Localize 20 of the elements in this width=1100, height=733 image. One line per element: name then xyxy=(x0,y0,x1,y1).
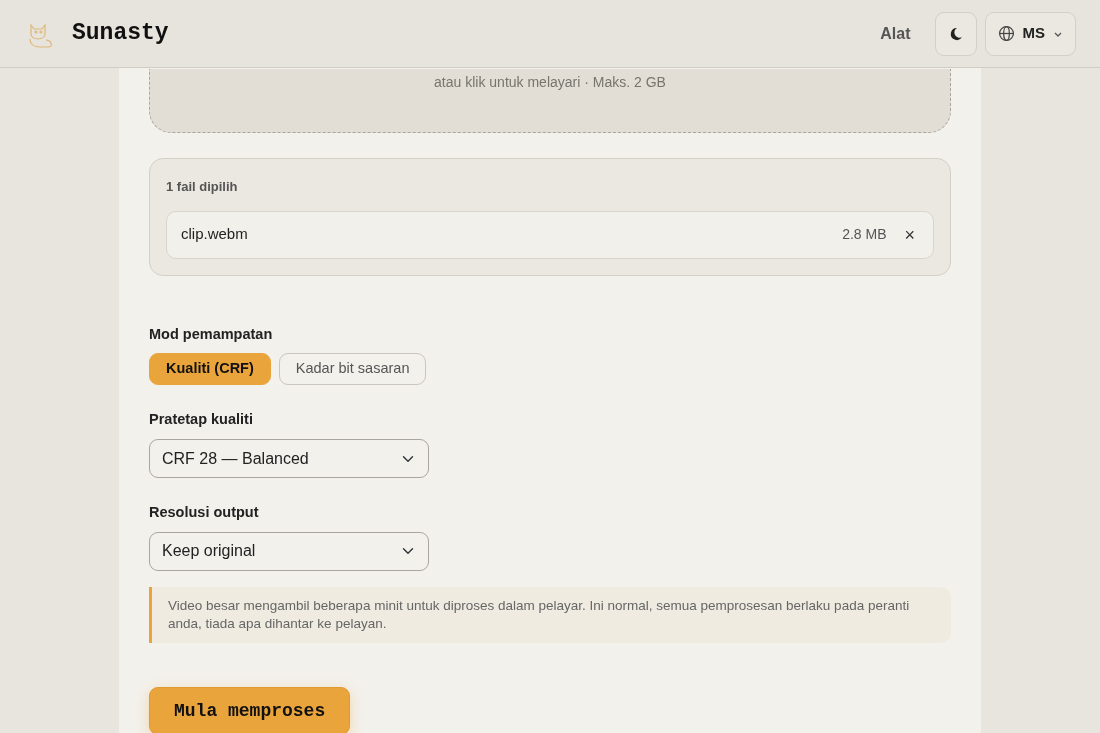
brand-name[interactable]: Sunasty xyxy=(72,16,169,51)
globe-icon xyxy=(997,25,1015,42)
start-button[interactable]: Mula memproses xyxy=(149,687,351,733)
tools-link[interactable]: Alat xyxy=(880,21,911,46)
field-label: Mod pemampatan xyxy=(149,324,274,344)
resolution-select[interactable]: Keep original xyxy=(149,531,429,571)
notice-text: Video besar mengambil beberapa minit untuk diproses dalam pelayar. Ini normal, semua pemprosesan berlaku pada peranti anda, tiada apa dihantar ke pelayan. xyxy=(149,586,951,644)
quality-preset-select[interactable]: CRF 28 — Balanced xyxy=(149,439,429,478)
remove-file-button[interactable]: × xyxy=(900,225,919,244)
theme-toggle-button[interactable] xyxy=(934,11,977,56)
mode-toggle-button[interactable]: Kadar bit sasaran xyxy=(278,353,427,386)
file-size: 2.8 MB xyxy=(842,225,887,244)
drop-zone-hint: atau klik untuk melayari · Maks. 2 GB xyxy=(434,73,666,90)
files-heading: 1 fail dipilih xyxy=(166,178,239,196)
field-label: Resolusi output xyxy=(149,503,260,522)
field-label: Pratetap kualiti xyxy=(149,410,254,430)
mode-toggle-button[interactable]: Kualiti (CRF) xyxy=(149,353,271,386)
file-name: clip.webm xyxy=(181,224,249,245)
drop-zone[interactable]: atau klik untuk melayari · Maks. 2 GB xyxy=(149,69,951,133)
language-button[interactable]: MS xyxy=(984,11,1076,56)
